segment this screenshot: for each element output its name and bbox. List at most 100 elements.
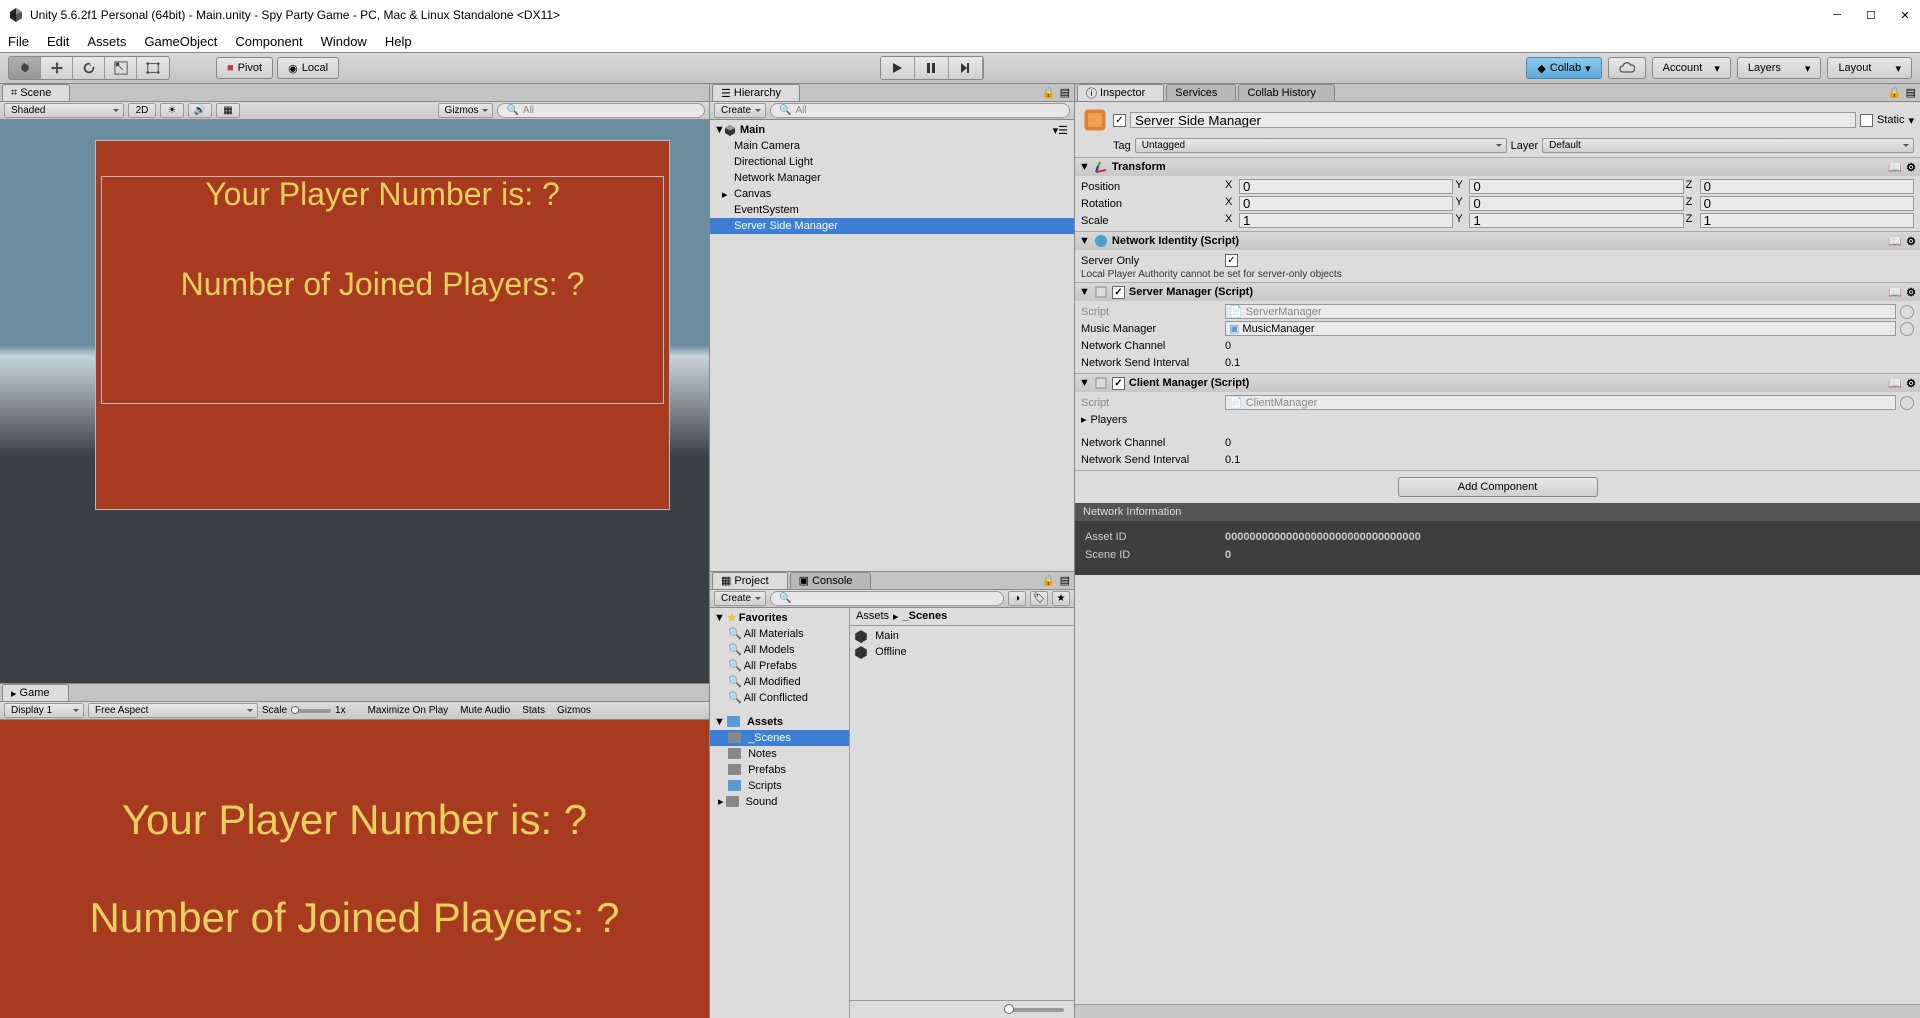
menu-assets[interactable]: Assets: [87, 34, 126, 49]
move-tool-button[interactable]: [41, 57, 73, 79]
menu-gameobject[interactable]: GameObject: [144, 34, 217, 49]
search-by-type-button[interactable]: ◑: [1008, 591, 1026, 606]
object-picker-icon[interactable]: [1900, 305, 1914, 319]
static-checkbox[interactable]: [1860, 114, 1873, 127]
collab-button[interactable]: ◆Collab▾: [1526, 57, 1601, 79]
hierarchy-menu-icon[interactable]: ▤: [1060, 86, 1070, 99]
layer-dropdown[interactable]: Default: [1542, 138, 1914, 153]
tab-collab-history[interactable]: Collab History: [1238, 84, 1334, 101]
component-gear-icon[interactable]: ⚙: [1906, 235, 1916, 248]
network-identity-header[interactable]: ▼ Network Identity (Script) 📖⚙: [1075, 232, 1920, 250]
project-favorite-item[interactable]: 🔍All Models: [710, 642, 849, 658]
gameobject-name-field[interactable]: [1130, 112, 1856, 128]
project-asset-item[interactable]: Offline: [850, 644, 1074, 660]
component-gear-icon[interactable]: ⚙: [1906, 286, 1916, 299]
component-help-icon[interactable]: 📖: [1888, 161, 1902, 174]
hierarchy-item-selected[interactable]: Server Side Manager: [710, 218, 1074, 234]
scene-search-input[interactable]: 🔍All: [497, 103, 705, 118]
project-favorite-item[interactable]: 🔍All Prefabs: [710, 658, 849, 674]
tab-console[interactable]: ▣ Console: [790, 572, 872, 589]
project-folder-item[interactable]: ▸ Sound: [710, 794, 849, 810]
pivot-toggle-button[interactable]: ■Pivot: [216, 57, 273, 79]
tab-inspector[interactable]: ⓘInspector: [1077, 84, 1164, 101]
position-y-field[interactable]: [1469, 179, 1683, 194]
maximize-button[interactable]: ☐: [1864, 8, 1878, 22]
maximize-on-play-toggle[interactable]: Maximize On Play: [364, 705, 453, 716]
component-help-icon[interactable]: 📖: [1888, 235, 1902, 248]
2d-toggle-button[interactable]: 2D: [128, 103, 156, 118]
scale-slider[interactable]: [291, 709, 331, 713]
search-by-label-button[interactable]: 🏷: [1030, 591, 1048, 606]
server-manager-enabled-checkbox[interactable]: [1112, 286, 1125, 299]
hierarchy-search-input[interactable]: 🔍All: [770, 103, 1070, 118]
pause-button[interactable]: [915, 57, 949, 79]
local-toggle-button[interactable]: ◉Local: [277, 57, 339, 79]
tab-game[interactable]: ▸ Game: [2, 684, 69, 701]
scale-tool-button[interactable]: [105, 57, 137, 79]
project-menu-icon[interactable]: ▤: [1060, 574, 1070, 587]
layout-button[interactable]: Layout▾: [1827, 57, 1912, 79]
music-manager-field[interactable]: ▣MusicManager: [1225, 321, 1896, 336]
component-help-icon[interactable]: 📖: [1888, 377, 1902, 390]
hierarchy-item[interactable]: EventSystem: [710, 202, 1074, 218]
menu-component[interactable]: Component: [235, 34, 302, 49]
save-search-button[interactable]: ★: [1052, 591, 1070, 606]
tab-services[interactable]: Services: [1166, 84, 1236, 101]
rect-tool-button[interactable]: [137, 57, 169, 79]
project-folder-item[interactable]: Notes: [710, 746, 849, 762]
project-folder-item[interactable]: Scripts: [710, 778, 849, 794]
hierarchy-item[interactable]: Main Camera: [710, 138, 1074, 154]
position-x-field[interactable]: [1239, 179, 1453, 194]
scene-viewport[interactable]: Your Player Number is: ? Number of Joine…: [0, 120, 709, 683]
project-favorite-item[interactable]: 🔍All Materials: [710, 626, 849, 642]
rotation-z-field[interactable]: [1700, 196, 1914, 211]
component-gear-icon[interactable]: ⚙: [1906, 377, 1916, 390]
gizmos-dropdown[interactable]: Gizmos: [438, 103, 494, 118]
object-picker-icon[interactable]: [1900, 396, 1914, 410]
project-favorite-item[interactable]: 🔍All Conflicted: [710, 690, 849, 706]
project-asset-item[interactable]: Main: [850, 628, 1074, 644]
lighting-toggle-button[interactable]: ☀: [160, 103, 184, 118]
rotation-x-field[interactable]: [1239, 196, 1453, 211]
script-field[interactable]: 📄ClientManager: [1225, 395, 1896, 410]
step-button[interactable]: [949, 57, 983, 79]
project-favorite-item[interactable]: 🔍All Modified: [710, 674, 849, 690]
hierarchy-item[interactable]: ▸Canvas: [710, 186, 1074, 202]
menu-edit[interactable]: Edit: [47, 34, 69, 49]
menu-help[interactable]: Help: [385, 34, 412, 49]
component-help-icon[interactable]: 📖: [1888, 286, 1902, 299]
audio-toggle-button[interactable]: 🔊: [188, 103, 212, 118]
rotation-y-field[interactable]: [1469, 196, 1683, 211]
menu-window[interactable]: Window: [321, 34, 367, 49]
fx-toggle-button[interactable]: ▦: [216, 103, 240, 118]
static-dropdown-icon[interactable]: ▾: [1908, 114, 1914, 127]
script-field[interactable]: 📄ServerManager: [1225, 304, 1896, 319]
project-lock-icon[interactable]: 🔒: [1042, 574, 1056, 587]
scale-x-field[interactable]: [1239, 213, 1453, 228]
project-folder-item[interactable]: Prefabs: [710, 762, 849, 778]
gameobject-active-checkbox[interactable]: [1113, 114, 1126, 127]
client-manager-enabled-checkbox[interactable]: [1112, 377, 1125, 390]
project-create-dropdown[interactable]: Create: [714, 591, 766, 606]
component-gear-icon[interactable]: ⚙: [1906, 161, 1916, 174]
server-manager-header[interactable]: ▼ Server Manager (Script) 📖⚙: [1075, 283, 1920, 301]
tab-scene[interactable]: ⌗ Scene: [2, 84, 70, 101]
rotate-tool-button[interactable]: [73, 57, 105, 79]
project-assets-header[interactable]: ▼ Assets: [710, 714, 849, 730]
hierarchy-create-dropdown[interactable]: Create: [714, 103, 766, 118]
client-manager-header[interactable]: ▼ Client Manager (Script) 📖⚙: [1075, 374, 1920, 392]
tag-dropdown[interactable]: Untagged: [1135, 138, 1507, 153]
project-zoom-slider[interactable]: [1004, 1008, 1064, 1012]
scale-z-field[interactable]: [1700, 213, 1914, 228]
account-button[interactable]: Account▾: [1652, 57, 1731, 79]
hierarchy-lock-icon[interactable]: 🔒: [1042, 86, 1056, 99]
position-z-field[interactable]: [1700, 179, 1914, 194]
game-gizmos-toggle[interactable]: Gizmos: [553, 705, 595, 716]
object-picker-icon[interactable]: [1900, 322, 1914, 336]
aspect-dropdown[interactable]: Free Aspect: [88, 703, 258, 718]
menu-file[interactable]: File: [8, 34, 29, 49]
tab-hierarchy[interactable]: ☰ Hierarchy: [712, 84, 800, 101]
project-folder-item[interactable]: _Scenes: [710, 730, 849, 746]
play-button[interactable]: [881, 57, 915, 79]
display-dropdown[interactable]: Display 1: [4, 703, 84, 718]
